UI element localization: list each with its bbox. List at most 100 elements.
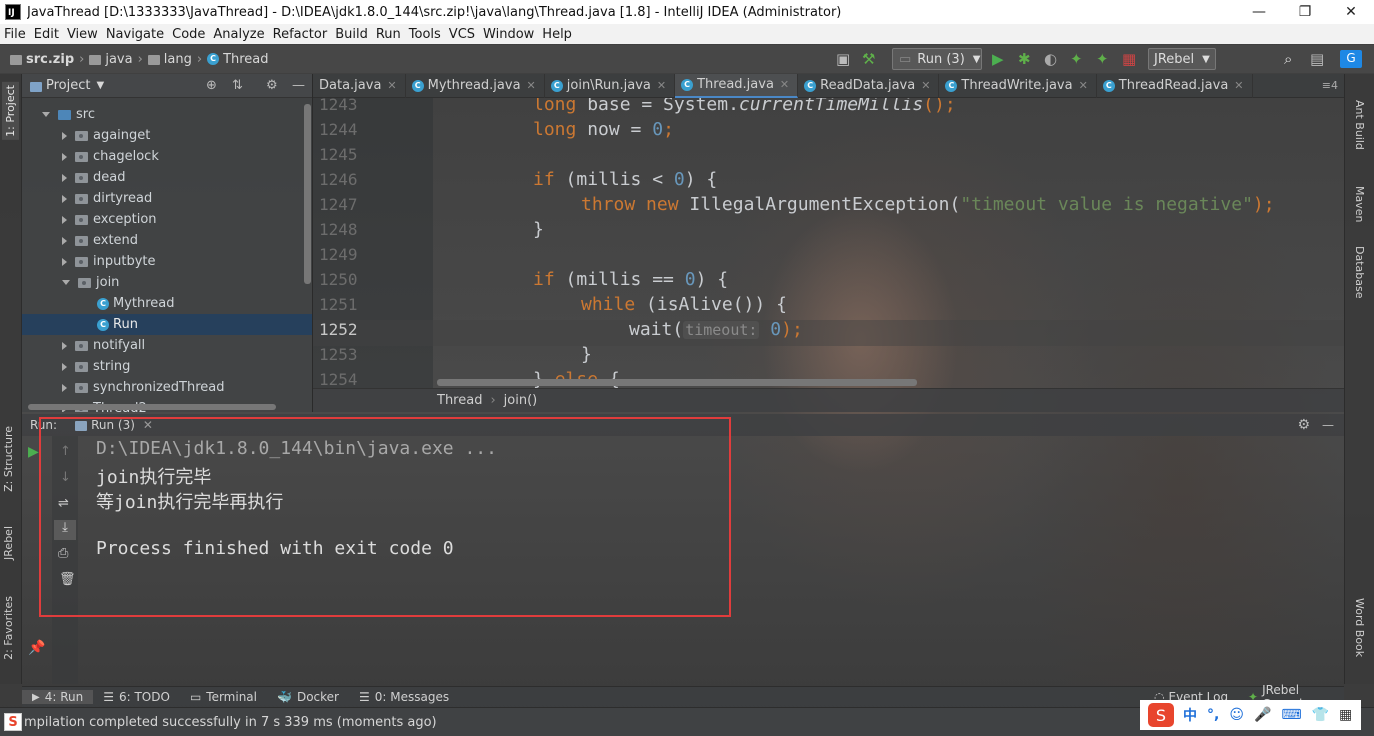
close-button[interactable]: ✕: [1328, 0, 1374, 24]
tree-item-notifyall[interactable]: notifyall: [22, 335, 312, 356]
expand-icon[interactable]: [62, 152, 67, 161]
crumb-thread[interactable]: Thread: [223, 52, 268, 67]
build-hammer-icon[interactable]: ⚒: [862, 51, 875, 67]
crumb-lang[interactable]: lang: [164, 52, 192, 67]
tree-item-dirtyread[interactable]: dirtyread: [22, 188, 312, 209]
tree-item-run[interactable]: C Run: [22, 314, 312, 335]
bottom-tab-terminal[interactable]: ▭ Terminal: [180, 690, 267, 704]
ime-keyboard-icon[interactable]: ⌨: [1281, 707, 1301, 723]
tree-item-synchronizedthread[interactable]: synchronizedThread: [22, 377, 312, 398]
menu-edit[interactable]: Edit: [30, 27, 63, 42]
ime-grid-icon[interactable]: ▦: [1339, 707, 1352, 723]
menu-help[interactable]: Help: [538, 27, 576, 42]
hide-icon[interactable]: —: [1322, 418, 1334, 432]
tree-item-chagelock[interactable]: chagelock: [22, 146, 312, 167]
close-tab-icon[interactable]: ✕: [1234, 79, 1243, 92]
stop-icon[interactable]: ▦: [1122, 51, 1136, 67]
jrebel-run-icon[interactable]: ✦: [1070, 51, 1083, 67]
tab-threadwrite-java[interactable]: C ThreadWrite.java ✕: [939, 73, 1097, 98]
crumb-srczip[interactable]: src.zip: [26, 52, 74, 67]
gear-icon[interactable]: ⚙: [266, 78, 278, 93]
search-icon[interactable]: ⌕: [1284, 51, 1292, 67]
bottom-tab-messages[interactable]: ☰ 0: Messages: [349, 690, 459, 704]
status-toggle-icon[interactable]: S: [4, 713, 22, 731]
gear-icon[interactable]: ⚙: [1297, 417, 1310, 433]
expand-icon[interactable]: [62, 383, 67, 392]
menu-tools[interactable]: Tools: [405, 27, 445, 42]
ime-skin-icon[interactable]: 👕: [1312, 707, 1329, 723]
crumb-thread-class[interactable]: Thread: [437, 393, 482, 408]
menu-navigate[interactable]: Navigate: [102, 27, 168, 42]
rerun-icon[interactable]: ▶: [28, 444, 39, 460]
project-scrollbar[interactable]: [304, 104, 311, 284]
tool-tab-structure[interactable]: Z: Structure: [2, 426, 15, 492]
coverage-icon[interactable]: ◐: [1044, 51, 1057, 67]
tool-tab-jrebel[interactable]: JRebel: [2, 526, 15, 560]
expand-icon[interactable]: [62, 131, 67, 140]
hide-icon[interactable]: —: [292, 78, 305, 93]
menu-file[interactable]: File: [0, 27, 30, 42]
tool-tab-database[interactable]: Database: [1353, 246, 1366, 299]
expand-icon[interactable]: [62, 236, 67, 245]
debug-icon[interactable]: ✱: [1018, 51, 1031, 67]
tree-item-src[interactable]: src: [22, 104, 312, 125]
pin-icon[interactable]: 📌: [28, 640, 45, 656]
tree-item-mythread[interactable]: C Mythread: [22, 293, 312, 314]
editor-hscrollbar[interactable]: [437, 379, 917, 386]
expand-icon[interactable]: [62, 194, 67, 203]
code-editor[interactable]: 1243 1244 1245 1246 1247 1248 1249 1250 …: [313, 98, 1344, 388]
menu-refactor[interactable]: Refactor: [269, 27, 332, 42]
tab-thread-java[interactable]: C Thread.java ✕: [675, 73, 799, 98]
run-config-select[interactable]: ▭ Run (3) ▼: [892, 48, 982, 70]
collapse-icon[interactable]: ⇅: [232, 78, 243, 93]
ime-voice-icon[interactable]: 🎤: [1254, 707, 1271, 723]
close-tab-icon[interactable]: ✕: [657, 79, 666, 92]
ime-emoji-icon[interactable]: ☺: [1229, 707, 1244, 723]
bottom-tab-docker[interactable]: 🐳 Docker: [267, 690, 349, 704]
menu-build[interactable]: Build: [331, 27, 372, 42]
minimize-button[interactable]: —: [1236, 0, 1282, 24]
tree-item-dead[interactable]: dead: [22, 167, 312, 188]
sogou-logo-icon[interactable]: S: [1148, 703, 1174, 727]
expand-icon[interactable]: [42, 112, 50, 117]
tab-mythread-java[interactable]: C Mythread.java ✕: [406, 73, 545, 98]
expand-icon[interactable]: [62, 173, 67, 182]
tool-tab-word-book[interactable]: Word Book: [1353, 598, 1366, 657]
chevron-down-icon[interactable]: ▼: [96, 80, 104, 91]
translate-icon[interactable]: G: [1340, 50, 1362, 68]
close-tab-icon[interactable]: ✕: [527, 79, 536, 92]
expand-icon[interactable]: [62, 341, 67, 350]
close-tab-icon[interactable]: ✕: [1079, 79, 1088, 92]
expand-icon[interactable]: [62, 280, 70, 285]
project-hscrollbar[interactable]: [28, 404, 276, 410]
tree-item-string[interactable]: string: [22, 356, 312, 377]
tab-join-run-java[interactable]: Cjoin\Run.java ✕: [545, 73, 676, 98]
expand-icon[interactable]: [62, 215, 67, 224]
crumb-join-method[interactable]: join(): [504, 393, 538, 408]
menu-view[interactable]: View: [63, 27, 102, 42]
tool-tab-favorites[interactable]: 2: Favorites: [2, 596, 15, 660]
menu-run[interactable]: Run: [372, 27, 405, 42]
menu-vcs[interactable]: VCS: [445, 27, 479, 42]
menu-window[interactable]: Window: [479, 27, 538, 42]
tab-threadread-java[interactable]: C ThreadRead.java ✕: [1097, 73, 1253, 98]
expand-icon[interactable]: [62, 362, 67, 371]
maximize-button[interactable]: ❐: [1282, 0, 1328, 24]
ime-lang-icon[interactable]: 中: [1183, 705, 1197, 725]
menu-code[interactable]: Code: [168, 27, 209, 42]
close-tab-icon[interactable]: ✕: [387, 79, 396, 92]
locate-icon[interactable]: ⊕: [206, 78, 217, 93]
project-structure-icon[interactable]: ▣: [836, 51, 850, 67]
tool-tab-project[interactable]: 1: Project: [2, 82, 19, 140]
menu-analyze[interactable]: Analyze: [209, 27, 268, 42]
tab-readdata-java[interactable]: C ReadData.java ✕: [798, 73, 940, 98]
jrebel-select[interactable]: JRebel ▼: [1148, 48, 1216, 70]
tree-item-exception[interactable]: exception: [22, 209, 312, 230]
tree-item-againget[interactable]: againget: [22, 125, 312, 146]
layout-icon[interactable]: ▤: [1310, 51, 1324, 67]
expand-icon[interactable]: [62, 257, 67, 266]
project-title[interactable]: Project: [46, 78, 90, 93]
tool-tab-ant-build[interactable]: Ant Build: [1353, 100, 1366, 150]
tree-item-inputbyte[interactable]: inputbyte: [22, 251, 312, 272]
bottom-tab-todo[interactable]: ☰ 6: TODO: [93, 690, 180, 704]
